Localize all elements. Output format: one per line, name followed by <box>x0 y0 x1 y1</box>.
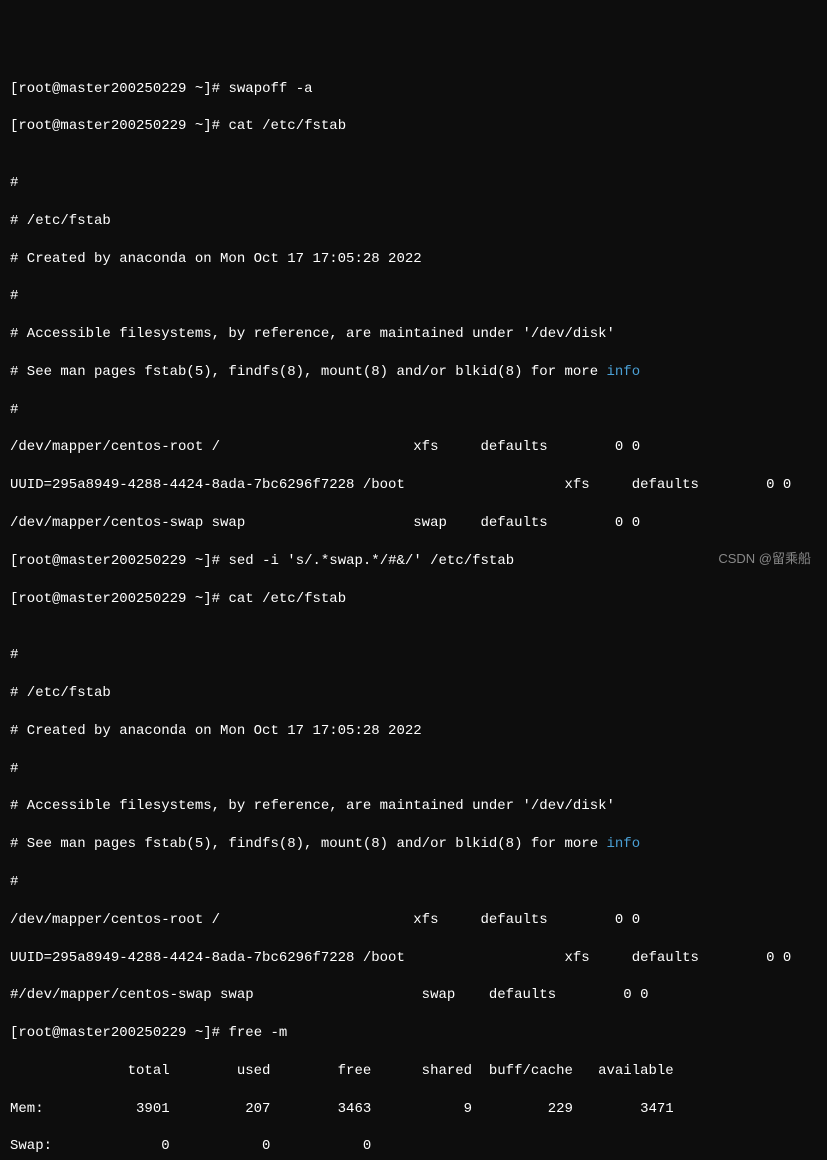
fstab-output: UUID=295a8949-4288-4424-8ada-7bc6296f722… <box>10 949 817 968</box>
fstab-output: # <box>10 760 817 779</box>
prompt-line[interactable]: [root@master200250229 ~]# free -m <box>10 1024 817 1043</box>
fstab-output: # <box>10 174 817 193</box>
prompt-hash: # <box>212 81 220 97</box>
cmd-cat-fstab: cat /etc/fstab <box>228 591 346 607</box>
prompt-line[interactable]: [root@master200250229 ~]# swapoff -a <box>10 80 817 99</box>
prompt-line[interactable]: [root@master200250229 ~]# cat /etc/fstab <box>10 590 817 609</box>
fstab-output: # See man pages fstab(5), findfs(8), mou… <box>10 363 817 382</box>
fstab-output: # <box>10 401 817 420</box>
fstab-output: # <box>10 873 817 892</box>
fstab-output: #/dev/mapper/centos-swap swap swap defau… <box>10 986 817 1005</box>
free-mem-row: Mem: 3901 207 3463 9 229 3471 <box>10 1100 817 1119</box>
cmd-swapoff: swapoff -a <box>228 81 312 97</box>
prompt-user: root <box>18 81 52 97</box>
fstab-output: # <box>10 287 817 306</box>
fstab-output: /dev/mapper/centos-swap swap swap defaul… <box>10 514 817 533</box>
fstab-output: # /etc/fstab <box>10 684 817 703</box>
fstab-output: /dev/mapper/centos-root / xfs defaults 0… <box>10 438 817 457</box>
fstab-output: # Created by anaconda on Mon Oct 17 17:0… <box>10 250 817 269</box>
cmd-sed: sed -i 's/.*swap.*/#&/' /etc/fstab <box>228 553 514 569</box>
fstab-output: /dev/mapper/centos-root / xfs defaults 0… <box>10 911 817 930</box>
fstab-output: # Accessible filesystems, by reference, … <box>10 325 817 344</box>
fstab-output: UUID=295a8949-4288-4424-8ada-7bc6296f722… <box>10 476 817 495</box>
free-swap-row: Swap: 0 0 0 <box>10 1137 817 1156</box>
fstab-output: # /etc/fstab <box>10 212 817 231</box>
prompt-line[interactable]: [root@master200250229 ~]# sed -i 's/.*sw… <box>10 552 817 571</box>
prompt-host: master200250229 <box>60 81 186 97</box>
info-link[interactable]: info <box>607 836 641 852</box>
prompt-path: ~ <box>195 81 203 97</box>
watermark: CSDN @留乘船 <box>718 550 811 568</box>
cmd-free: free -m <box>228 1025 287 1041</box>
prompt-line[interactable]: [root@master200250229 ~]# cat /etc/fstab <box>10 117 817 136</box>
info-link[interactable]: info <box>607 364 641 380</box>
free-header: total used free shared buff/cache availa… <box>10 1062 817 1081</box>
cmd-cat-fstab: cat /etc/fstab <box>228 118 346 134</box>
fstab-output: # See man pages fstab(5), findfs(8), mou… <box>10 835 817 854</box>
fstab-output: # <box>10 646 817 665</box>
fstab-output: # Created by anaconda on Mon Oct 17 17:0… <box>10 722 817 741</box>
fstab-output: # Accessible filesystems, by reference, … <box>10 797 817 816</box>
